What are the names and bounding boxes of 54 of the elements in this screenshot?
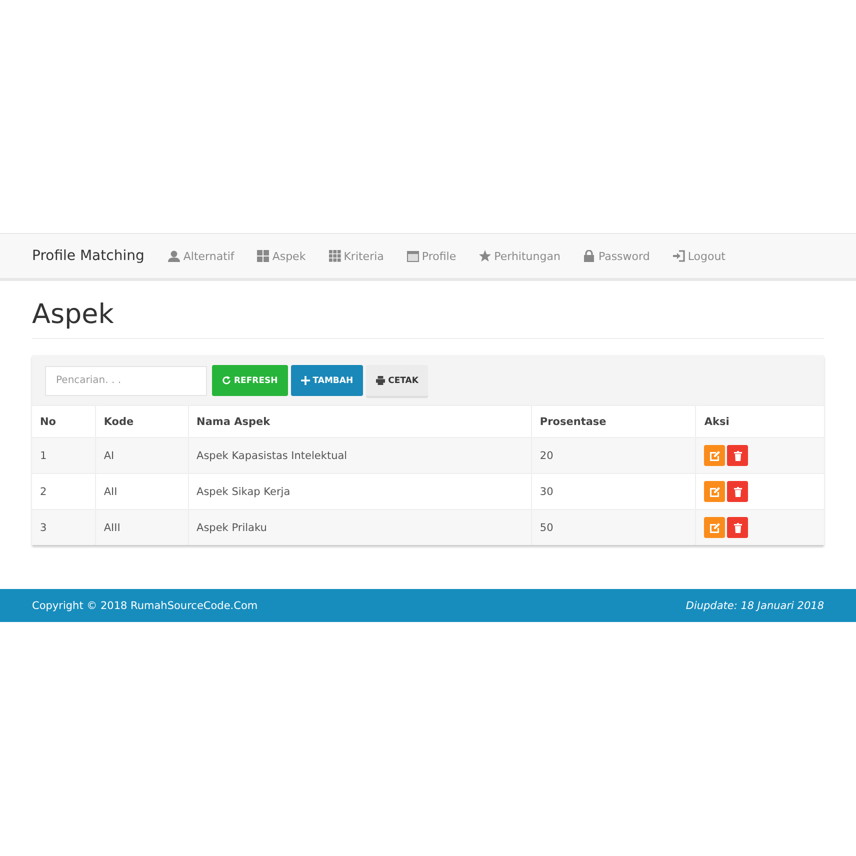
nav-link[interactable]: Alternatif [168, 250, 234, 262]
nav-link[interactable]: Profile [406, 250, 456, 262]
nav-link[interactable]: Logout [672, 250, 726, 262]
table-cell: 1 [32, 438, 96, 474]
trash-icon [732, 522, 743, 532]
grid-icon [257, 250, 270, 262]
copyright-text: Copyright © 2018 RumahSourceCode.Com [32, 600, 258, 612]
table-cell: AII [95, 474, 188, 510]
table-cell: Aspek Sikap Kerja [188, 474, 532, 510]
refresh-button[interactable]: REFRESH [212, 365, 288, 396]
column-header: Kode [95, 406, 188, 438]
nav-link[interactable]: Password [583, 250, 650, 262]
update-date: Diupdate: 18 Januari 2018 [686, 600, 824, 612]
table-cell: Aspek Kapasistas Intelektual [188, 438, 532, 474]
table-cell: 20 [531, 438, 696, 474]
lock-icon [583, 250, 596, 262]
refresh-icon [222, 376, 231, 385]
edit-button[interactable] [704, 481, 726, 502]
delete-button[interactable] [727, 481, 748, 502]
edit-icon [710, 486, 720, 496]
table-cell: AIII [95, 510, 188, 545]
table-cell: 2 [32, 474, 96, 510]
table-cell: AI [95, 438, 188, 474]
search-field[interactable]: Pencarian. . . [45, 366, 207, 396]
table-cell: Aspek Prilaku [188, 510, 532, 545]
page-title: Aspek [32, 299, 824, 339]
table-cell: 30 [531, 474, 696, 510]
table-cell: 3 [32, 510, 96, 545]
user-icon [168, 250, 180, 262]
brand-title[interactable]: Profile Matching [32, 248, 144, 264]
add-button[interactable]: TAMBAH [290, 365, 364, 396]
delete-button[interactable] [727, 445, 748, 466]
print-button[interactable]: CETAK [366, 365, 428, 396]
column-header: Prosentase [531, 406, 696, 438]
plus-icon [300, 376, 310, 385]
grid-icon [328, 250, 341, 262]
edit-button[interactable] [704, 517, 726, 538]
nav-link[interactable]: Kriteria [328, 250, 384, 262]
printer-icon [376, 376, 386, 385]
star-icon [479, 250, 492, 262]
nav-link[interactable]: Perhitungan [479, 250, 560, 262]
column-header: Nama Aspek [188, 406, 532, 438]
edit-icon [710, 450, 720, 460]
calendar-icon [406, 250, 419, 262]
edit-icon [710, 522, 720, 532]
trash-icon [732, 486, 743, 496]
edit-button[interactable] [704, 445, 726, 466]
column-header: No [32, 406, 96, 438]
nav-link[interactable]: Aspek [257, 250, 306, 262]
column-header: Aksi [696, 406, 824, 438]
delete-button[interactable] [727, 517, 748, 538]
trash-icon [732, 450, 743, 460]
table-cell: 50 [531, 510, 696, 545]
logout-icon [672, 250, 685, 262]
